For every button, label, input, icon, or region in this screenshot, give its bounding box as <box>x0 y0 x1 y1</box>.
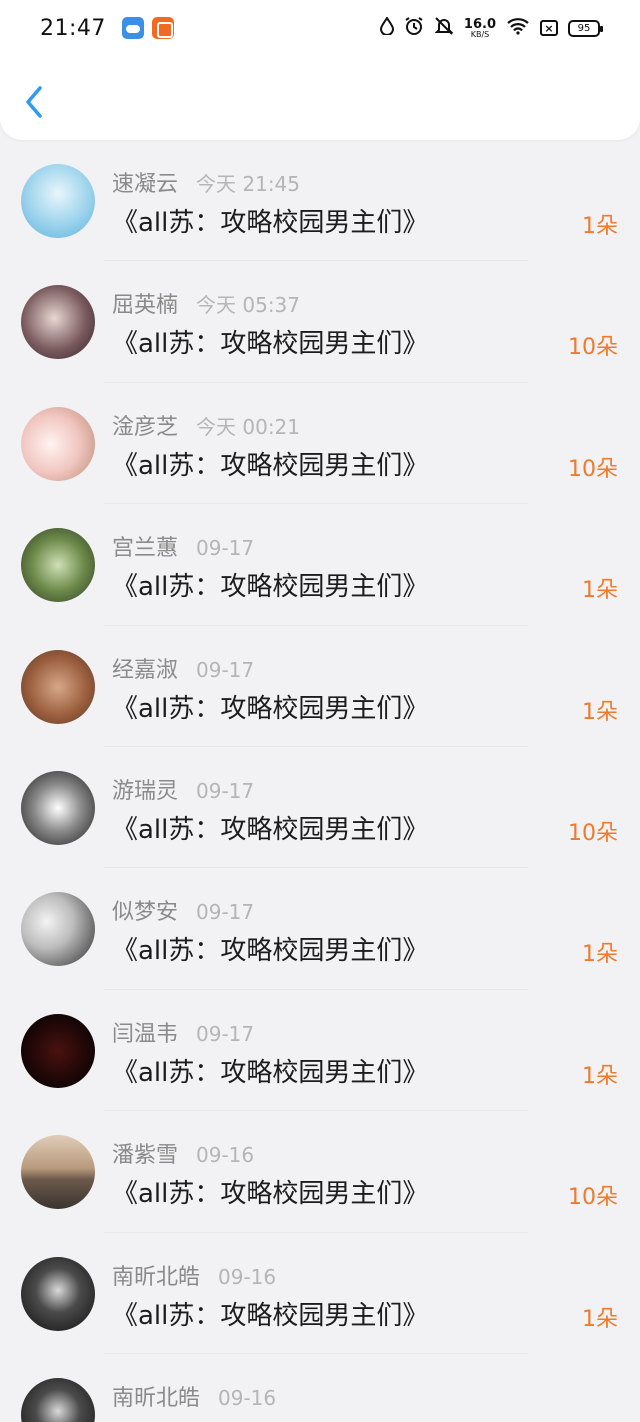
user-name: 南昕北皓 <box>112 1264 201 1290</box>
timestamp: 今天 21:45 <box>196 172 301 196</box>
book-title: 《all苏：攻略校园男主们》 <box>112 936 429 967</box>
avatar[interactable] <box>21 1013 95 1088</box>
flower-count: 1朵 <box>582 1306 618 1332</box>
avatar[interactable] <box>21 164 95 238</box>
list-item[interactable]: 南昕北皓 09-16 <box>0 1354 640 1422</box>
close-box-icon: × <box>540 20 558 36</box>
avatar[interactable] <box>21 892 95 967</box>
flower-count: 1朵 <box>582 214 618 239</box>
timestamp: 09-17 <box>196 900 255 925</box>
network-speed: 16.0 KB/S <box>464 18 496 39</box>
user-name: 淦彦芝 <box>112 414 179 440</box>
mute-bell-icon <box>434 16 454 40</box>
name-time-line: 闫温韦 09-17 <box>112 1016 254 1048</box>
book-title: 《all苏：攻略校园男主们》 <box>112 1057 429 1088</box>
flower-count: 10朵 <box>568 335 618 361</box>
name-time-line: 经嘉淑 09-17 <box>112 652 254 684</box>
name-time-line: 游瑞灵 09-17 <box>112 773 254 805</box>
list-item[interactable]: 速凝云 今天 21:45 《all苏：攻略校园男主们》 1朵 <box>0 140 640 262</box>
name-time-line: 速凝云 今天 21:45 <box>112 166 300 198</box>
status-bar: 21:47 16.0 KB/S × 95 <box>0 0 640 56</box>
user-name: 游瑞灵 <box>112 778 179 804</box>
list-item[interactable]: 似梦安 09-17 《all苏：攻略校园男主们》 1朵 <box>0 868 640 990</box>
list-item[interactable]: 经嘉淑 09-17 《all苏：攻略校园男主们》 1朵 <box>0 626 640 747</box>
timestamp: 09-17 <box>196 778 255 803</box>
name-time-line: 潘紫雪 09-16 <box>112 1137 254 1169</box>
user-name: 经嘉淑 <box>112 657 179 683</box>
timestamp: 09-17 <box>196 1021 255 1046</box>
avatar[interactable] <box>21 528 95 603</box>
avatar[interactable] <box>21 1135 95 1210</box>
list-item[interactable]: 淦彦芝 今天 00:21 《all苏：攻略校园男主们》 10朵 <box>0 383 640 505</box>
flower-count: 10朵 <box>568 456 618 482</box>
book-title: 《all苏：攻略校园男主们》 <box>112 208 429 238</box>
name-time-line: 屈英楠 今天 05:37 <box>112 287 300 319</box>
list-item[interactable]: 闫温韦 09-17 《all苏：攻略校园男主们》 1朵 <box>0 990 640 1112</box>
avatar[interactable] <box>21 649 95 724</box>
book-title: 《all苏：攻略校园男主们》 <box>112 693 429 724</box>
avatar[interactable] <box>21 1256 95 1331</box>
name-time-line: 似梦安 09-17 <box>112 894 254 926</box>
book-title: 《all苏：攻略校园男主们》 <box>112 1179 429 1210</box>
timestamp: 今天 00:21 <box>196 414 301 439</box>
avatar[interactable] <box>21 1377 95 1422</box>
user-name: 速凝云 <box>112 172 179 197</box>
alarm-icon <box>404 16 424 40</box>
timestamp: 09-16 <box>196 1143 255 1168</box>
chevron-left-icon <box>26 86 42 118</box>
network-speed-unit: KB/S <box>470 29 490 39</box>
back-button[interactable] <box>18 82 54 122</box>
book-title: 《all苏：攻略校园男主们》 <box>112 1300 429 1331</box>
kuaishou-app-icon <box>151 17 174 39</box>
book-title: 《all苏：攻略校园男主们》 <box>112 329 429 360</box>
name-time-line: 南昕北皓 09-16 <box>112 1380 276 1412</box>
user-name: 似梦安 <box>112 900 179 926</box>
timestamp: 09-16 <box>218 1264 277 1289</box>
flower-count: 1朵 <box>582 942 618 968</box>
network-speed-value: 16.0 <box>463 16 496 32</box>
flower-count: 10朵 <box>568 820 618 846</box>
flower-count: 1朵 <box>582 1063 618 1089</box>
book-title: 《all苏：攻略校园男主们》 <box>112 572 429 603</box>
timestamp: 09-17 <box>196 657 255 682</box>
avatar[interactable] <box>21 285 95 360</box>
list-item[interactable]: 游瑞灵 09-17 《all苏：攻略校园男主们》 10朵 <box>0 747 640 869</box>
name-time-line: 南昕北皓 09-16 <box>112 1259 276 1291</box>
list-item[interactable]: 潘紫雪 09-16 《all苏：攻略校园男主们》 10朵 <box>0 1111 640 1233</box>
flower-count: 10朵 <box>568 1185 618 1211</box>
book-title: 《all苏：攻略校园男主们》 <box>112 450 429 481</box>
avatar[interactable] <box>21 406 95 481</box>
gift-record-list: 速凝云 今天 21:45 《all苏：攻略校园男主们》 1朵 屈英楠 今天 05:37 《a… <box>0 140 640 1422</box>
user-name: 宫兰蕙 <box>112 536 179 562</box>
timestamp: 今天 05:37 <box>196 293 301 318</box>
user-name: 潘紫雪 <box>112 1143 179 1169</box>
status-time: 21:47 <box>40 15 106 41</box>
water-drop-icon <box>379 16 394 39</box>
list-item[interactable]: 南昕北皓 09-16 《all苏：攻略校园男主们》 1朵 <box>0 1233 640 1354</box>
user-name: 南昕北皓 <box>112 1385 201 1411</box>
name-time-line: 淦彦芝 今天 00:21 <box>112 409 300 441</box>
wifi-icon <box>506 17 530 39</box>
name-time-line: 宫兰蕙 09-17 <box>112 530 254 562</box>
nav-bar <box>0 56 640 140</box>
avatar[interactable] <box>21 770 95 845</box>
status-app-icons <box>121 17 174 39</box>
user-name: 闫温韦 <box>112 1021 179 1047</box>
book-title: 《all苏：攻略校园男主们》 <box>112 814 429 845</box>
battery-indicator: 95 <box>568 19 603 37</box>
user-name: 屈英楠 <box>112 293 179 319</box>
timestamp: 09-16 <box>218 1385 277 1410</box>
status-indicators: 16.0 KB/S × 95 <box>379 16 603 40</box>
flower-count: 1朵 <box>582 578 618 604</box>
list-item[interactable]: 宫兰蕙 09-17 《all苏：攻略校园男主们》 1朵 <box>0 504 640 626</box>
list-item[interactable]: 屈英楠 今天 05:37 《all苏：攻略校园男主们》 10朵 <box>0 261 640 383</box>
weather-app-icon <box>121 17 144 39</box>
timestamp: 09-17 <box>196 536 255 561</box>
flower-count: 1朵 <box>582 699 618 725</box>
